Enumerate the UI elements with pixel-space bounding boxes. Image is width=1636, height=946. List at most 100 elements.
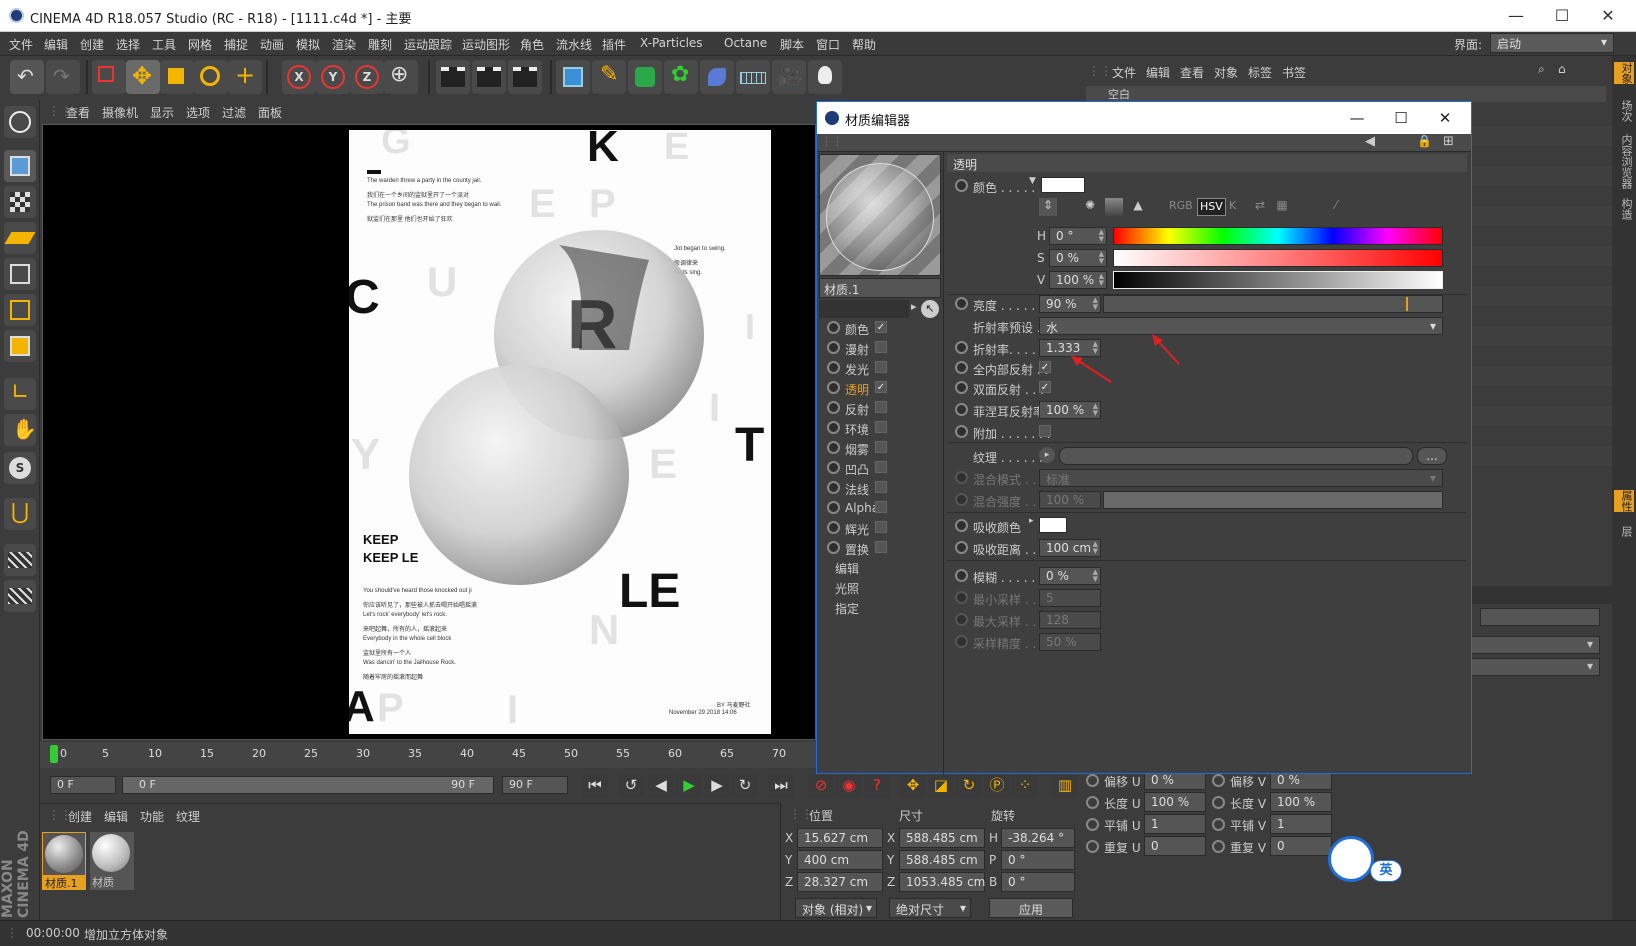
menu-pipeline[interactable]: 流水线	[556, 36, 592, 53]
channel-radio[interactable]	[827, 381, 840, 394]
key-position-button[interactable]: ✥	[900, 774, 926, 798]
menu-sculpt[interactable]: 雕刻	[368, 36, 392, 53]
total-internal-radio[interactable]	[955, 361, 968, 374]
channel-1[interactable]: 漫射	[819, 338, 941, 358]
channel-checkbox[interactable]	[875, 361, 887, 373]
absorb-distance-radio[interactable]	[955, 541, 968, 554]
material-swatch-selected[interactable]: 材质.1	[42, 832, 86, 890]
material-menu-function[interactable]: 功能	[140, 808, 164, 825]
channel-radio[interactable]	[827, 421, 840, 434]
end-frame-field[interactable]: 90 F	[502, 776, 568, 794]
render-view-button[interactable]	[436, 60, 470, 94]
menu-mesh[interactable]: 网格	[188, 36, 212, 53]
material-swatch[interactable]: 材质	[90, 832, 134, 890]
material-menu-create[interactable]: 创建	[68, 808, 92, 825]
object-menu-objects[interactable]: 对象	[1214, 64, 1238, 81]
channel-radio[interactable]	[827, 461, 840, 474]
blur-radio[interactable]	[955, 569, 968, 582]
key-param-button[interactable]: Ⓟ	[984, 774, 1010, 798]
key-pla-button[interactable]: ⁘	[1012, 774, 1038, 798]
current-frame-field[interactable]: 0 F	[50, 776, 116, 794]
position-z-field[interactable]: 28.327 cm	[797, 872, 883, 892]
channel-radio[interactable]	[827, 481, 840, 494]
lock-workplane-button[interactable]	[4, 580, 36, 612]
rotation-h-field[interactable]: -38.264 °	[1001, 828, 1075, 848]
repeat-u-field[interactable]: 0	[1144, 836, 1206, 856]
menu-edit[interactable]: 编辑	[44, 36, 68, 53]
menu-motion-tracking[interactable]: 运动跟踪	[404, 36, 452, 53]
arrow-left-icon[interactable]: ◀	[1365, 134, 1375, 149]
tab-layers[interactable]: 层	[1614, 526, 1634, 537]
menu-render[interactable]: 渲染	[332, 36, 356, 53]
channel-4[interactable]: 反射	[819, 398, 941, 418]
dialog-maximize-button[interactable]: ☐	[1381, 106, 1421, 130]
autokey-button[interactable]: ◉	[836, 774, 862, 798]
menu-select[interactable]: 选择	[116, 36, 140, 53]
absorb-distance-field[interactable]: 100 cm ▲ ▼	[1039, 539, 1101, 557]
rotation-p-field[interactable]: 0 °	[1001, 850, 1075, 870]
viewport-menu-panel[interactable]: 面板	[258, 104, 282, 121]
fresnel-field[interactable]: 100 % ▲ ▼	[1039, 401, 1101, 419]
double-sided-checkbox[interactable]: ✓	[1039, 381, 1051, 393]
channel-checkbox[interactable]: ✓	[875, 321, 887, 333]
channel-illumination[interactable]: 光照	[835, 580, 859, 597]
cloner-button[interactable]: ✿	[664, 60, 698, 94]
additive-radio[interactable]	[955, 425, 968, 438]
tab-content-browser[interactable]: 内容浏览器	[1614, 134, 1634, 189]
object-menu-bookmarks[interactable]: 书签	[1282, 64, 1306, 81]
render-picture-viewer-button[interactable]	[472, 60, 506, 94]
workplane-button[interactable]	[4, 222, 36, 254]
absorb-color-swatch[interactable]	[1039, 517, 1067, 533]
channel-checkbox[interactable]	[875, 521, 887, 533]
pick-icon[interactable]: ↖	[921, 300, 939, 318]
pen-button[interactable]: ✎	[592, 60, 626, 94]
attr-link-field[interactable]	[1480, 608, 1600, 626]
apply-button[interactable]: 应用	[989, 898, 1073, 918]
menu-animate[interactable]: 动画	[260, 36, 284, 53]
double-sided-radio[interactable]	[955, 381, 968, 394]
rotate-tool-button[interactable]	[194, 60, 228, 94]
channel-0[interactable]: 颜色 ✓	[819, 318, 941, 338]
material-menu-edit[interactable]: 编辑	[104, 808, 128, 825]
brightness-radio[interactable]	[955, 297, 968, 310]
channel-checkbox[interactable]	[875, 341, 887, 353]
channel-5[interactable]: 环境	[819, 418, 941, 438]
value-field[interactable]: 100 % ▲ ▼	[1049, 271, 1107, 289]
kelvin-mode-button[interactable]: K	[1229, 199, 1236, 212]
hue-field[interactable]: 0 ° ▲ ▼	[1049, 227, 1107, 245]
channel-6[interactable]: 烟雾	[819, 438, 941, 458]
dialog-minimize-button[interactable]: —	[1337, 106, 1377, 130]
undo-button[interactable]: ↶	[10, 60, 44, 94]
rotation-b-field[interactable]: 0 °	[1001, 872, 1075, 892]
brightness-slider[interactable]	[1103, 295, 1443, 313]
workplane-grid-button[interactable]	[4, 544, 36, 576]
menu-xparticles[interactable]: X-Particles	[640, 36, 703, 50]
additive-checkbox[interactable]	[1039, 425, 1051, 437]
total-internal-checkbox[interactable]: ✓	[1039, 361, 1051, 373]
channel-8[interactable]: 法线	[819, 478, 941, 498]
tweak-button[interactable]: ✋	[4, 414, 37, 446]
play-button[interactable]: ▶	[676, 774, 702, 798]
timeline-ruler[interactable]: 0 5 10 15 20 25 30 35 40 45 50 55 60 65 …	[40, 742, 820, 768]
channel-checkbox[interactable]	[875, 421, 887, 433]
coordinate-system-button[interactable]: ⊕	[384, 60, 418, 94]
channel-radio[interactable]	[827, 321, 840, 334]
material-preview[interactable]	[819, 154, 941, 276]
cube-button[interactable]	[556, 60, 590, 94]
scale-tool-button[interactable]	[160, 60, 194, 94]
length-u-field[interactable]: 100 %	[1144, 792, 1206, 812]
length-v-field[interactable]: 100 %	[1270, 792, 1332, 812]
absorb-color-radio[interactable]	[955, 519, 968, 532]
channel-9[interactable]: Alpha	[819, 498, 941, 518]
viewport-menu-options[interactable]: 选项	[186, 104, 210, 121]
size-mode-select[interactable]: 绝对尺寸 ▾	[889, 898, 971, 918]
model-mode-button[interactable]	[4, 150, 36, 182]
color-picker-mode-icon[interactable]	[1105, 198, 1123, 216]
viewport-menu-camera[interactable]: 摄像机	[102, 104, 138, 121]
channel-radio[interactable]	[827, 401, 840, 414]
dialog-close-button[interactable]: ✕	[1425, 106, 1465, 130]
go-to-end-button[interactable]: ⏭	[768, 774, 794, 798]
minimize-button[interactable]: —	[1496, 4, 1536, 28]
uv-radio[interactable]	[1086, 796, 1099, 809]
uv-radio[interactable]	[1212, 840, 1225, 853]
